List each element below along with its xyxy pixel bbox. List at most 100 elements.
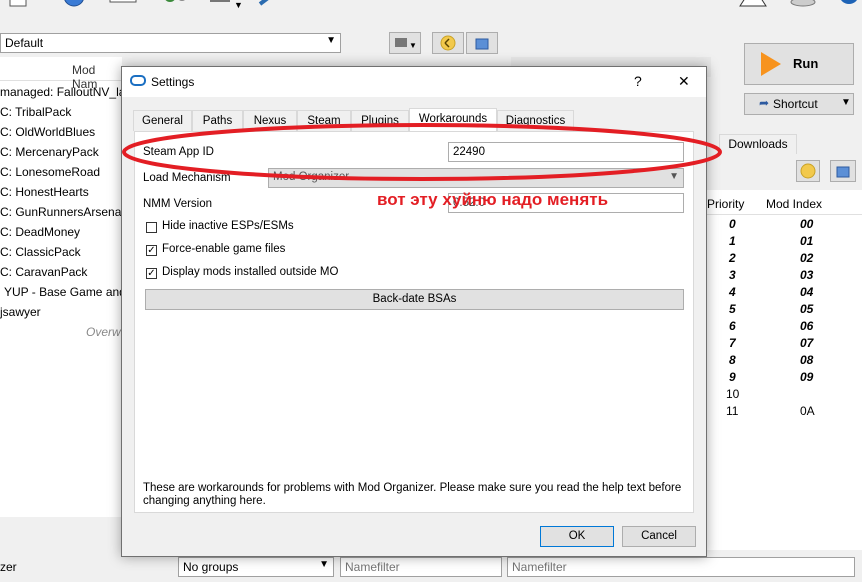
force-enable-checkbox[interactable]: ✓ [146, 245, 157, 256]
plugin-priority-cell[interactable]: 2 [729, 250, 736, 267]
mod-list-item[interactable]: C: TribalPack [0, 102, 71, 122]
tab-paths-label: Paths [202, 115, 233, 127]
workarounds-pane: Steam App ID Load Mechanism Mod Organize… [134, 131, 694, 513]
globe-icon[interactable] [62, 0, 88, 14]
tab-general[interactable]: General [133, 110, 192, 131]
backdate-bsas-button[interactable]: Back-date BSAs [145, 289, 684, 310]
plugins-restore-button[interactable] [796, 160, 820, 182]
plugin-priority-cell[interactable]: 5 [729, 301, 736, 318]
tab-general-label: General [142, 115, 183, 127]
mod-list-item[interactable]: managed: FalloutNV_la [0, 82, 125, 102]
mod-list-item[interactable]: C: DeadMoney [0, 222, 80, 242]
steam-app-id-input[interactable] [448, 142, 684, 162]
plugin-priority-cell[interactable]: 6 [729, 318, 736, 335]
dialog-title: Settings [151, 75, 195, 89]
instance-icon[interactable] [6, 0, 32, 14]
mod-list-item[interactable]: C: HonestHearts [0, 182, 89, 202]
mod-list-item[interactable]: YUP - Base Game and [4, 282, 126, 302]
plugins-backup-button[interactable] [830, 160, 856, 182]
plugin-index-cell[interactable]: 05 [800, 301, 813, 318]
keyboard-icon[interactable] [108, 0, 137, 14]
svg-text:▼: ▼ [409, 41, 417, 50]
wrench-icon[interactable] [256, 0, 282, 14]
profile-select[interactable]: Default ▼ [0, 33, 341, 53]
plugin-index-cell[interactable]: 06 [800, 318, 813, 335]
plugin-index-cell[interactable]: 08 [800, 352, 813, 369]
tools-icon: ▼ [395, 38, 417, 50]
backdate-bsas-label: Back-date BSAs [372, 293, 457, 305]
plugin-index-cell[interactable]: 04 [800, 284, 813, 301]
hide-inactive-checkbox[interactable] [146, 222, 157, 233]
display-mods-label: Display mods installed outside MO [162, 266, 339, 278]
plugin-priority-cell[interactable]: 10 [726, 386, 739, 403]
run-button-label: Run [793, 56, 819, 71]
warning-icon[interactable] [738, 0, 767, 14]
undo-icon [800, 163, 816, 179]
create-backup-button[interactable] [466, 32, 498, 54]
mod-list-item[interactable]: C: OldWorldBlues [0, 122, 95, 142]
plugin-priority-cell[interactable]: 1 [729, 233, 736, 250]
mod-list-item[interactable]: C: MercenaryPack [0, 142, 99, 162]
plugin-priority-cell[interactable]: 4 [729, 284, 736, 301]
groups-select[interactable]: No groups ▼ [178, 557, 334, 577]
plugin-priority-cell[interactable]: 9 [729, 369, 736, 386]
update-icon[interactable] [788, 0, 816, 14]
overwrite-list-item[interactable]: Overw [86, 322, 121, 342]
plugin-name-filter-input[interactable] [507, 557, 855, 577]
close-button[interactable]: ✕ [678, 73, 690, 90]
force-enable-label: Force-enable game files [162, 243, 286, 255]
cancel-button-label: Cancel [641, 530, 677, 542]
ok-button[interactable]: OK [540, 526, 614, 547]
mod-list-item[interactable]: C: ClassicPack [0, 242, 81, 262]
tab-paths[interactable]: Paths [192, 110, 243, 131]
profile-tools-button[interactable]: ▼ [389, 32, 421, 54]
plugin-index-cell[interactable]: 07 [800, 335, 813, 352]
tab-workarounds[interactable]: Workarounds [409, 108, 497, 132]
gears-icon[interactable] [160, 0, 186, 14]
plugin-priority-cell[interactable]: 11 [726, 403, 738, 420]
cancel-button[interactable]: Cancel [622, 526, 696, 547]
plugin-priority-cell[interactable]: 0 [729, 216, 736, 233]
tab-nexus[interactable]: Nexus [243, 110, 297, 131]
restore-backup-button[interactable] [432, 32, 464, 54]
help-button[interactable]: ? [634, 73, 642, 89]
load-mechanism-value: Mod Organizer [273, 171, 350, 183]
plugin-priority-cell[interactable]: 7 [729, 335, 736, 352]
info-icon[interactable] [836, 0, 862, 14]
display-mods-checkbox[interactable]: ✓ [146, 268, 157, 279]
run-button[interactable]: Run [744, 43, 854, 85]
load-mechanism-select[interactable]: Mod Organizer ▼ [268, 168, 684, 188]
chevron-down-icon: ▼ [841, 97, 851, 108]
plugin-index-cell[interactable]: 02 [800, 250, 813, 267]
tools-dropdown-icon[interactable]: ▼ [208, 0, 243, 14]
tab-nexus-label: Nexus [253, 115, 287, 127]
main-toolbar: ▼ [0, 0, 862, 22]
tab-diagnostics[interactable]: Diagnostics [497, 110, 574, 131]
shortcut-button-label: Shortcut [773, 97, 818, 111]
tab-plugins[interactable]: Plugins [351, 110, 409, 131]
plugin-index-cell[interactable]: 00 [800, 216, 813, 233]
shortcut-button[interactable]: ➦ Shortcut ▼ [744, 93, 854, 115]
mod-list-item[interactable]: C: CaravanPack [0, 262, 87, 282]
plugin-index-cell[interactable]: 01 [800, 233, 813, 250]
plugin-index-cell[interactable]: 0A [800, 403, 815, 420]
mod-list-item[interactable]: C: GunRunnersArsenal [0, 202, 124, 222]
tab-diagnostics-label: Diagnostics [505, 115, 566, 127]
mod-name-filter-input[interactable] [340, 557, 502, 577]
groups-select-value: No groups [183, 560, 239, 574]
plugin-index-cell[interactable]: 09 [800, 369, 813, 386]
dialog-titlebar: Settings ? ✕ [122, 67, 706, 97]
tab-plugins-label: Plugins [361, 115, 399, 127]
undo-icon [440, 35, 456, 51]
plugin-priority-cell[interactable]: 8 [729, 352, 736, 369]
mod-index-column-header[interactable]: Mod Index [766, 197, 822, 211]
plugin-priority-cell[interactable]: 3 [729, 267, 736, 284]
tab-steam[interactable]: Steam [297, 110, 351, 131]
load-mechanism-label: Load Mechanism [143, 172, 231, 184]
mod-list-item[interactable]: jsawyer [0, 302, 41, 322]
priority-column-header[interactable]: Priority [707, 197, 744, 211]
tab-downloads[interactable]: Downloads [719, 134, 797, 154]
save-icon [836, 166, 850, 178]
mod-list-item[interactable]: C: LonesomeRoad [0, 162, 100, 182]
plugin-index-cell[interactable]: 03 [800, 267, 813, 284]
